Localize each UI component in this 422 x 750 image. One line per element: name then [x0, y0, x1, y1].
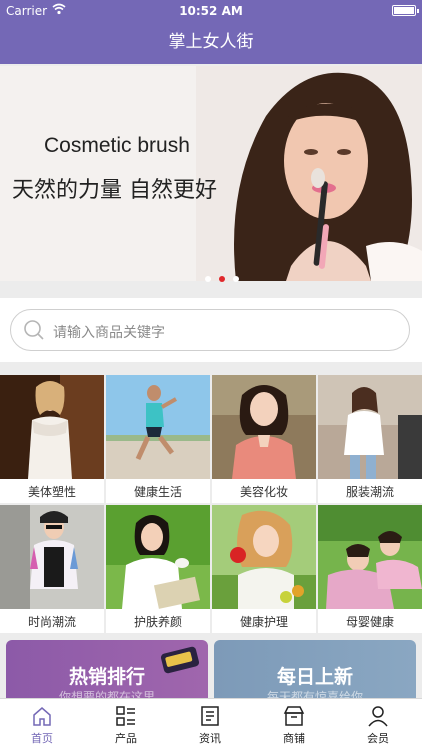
- carousel-dot[interactable]: [233, 276, 239, 282]
- promo-subtitle: 每天都有惊喜给你: [266, 690, 363, 698]
- tab-label: 资讯: [199, 732, 221, 745]
- status-bar: Carrier 10:52 AM: [0, 0, 422, 22]
- member-icon: [368, 706, 388, 727]
- carousel-dot-active[interactable]: [219, 276, 225, 282]
- tab-bar: 首页 产品 资讯 商铺 会员: [0, 698, 422, 750]
- tab-label: 会员: [367, 732, 389, 745]
- promo-title: 热销排行: [68, 666, 145, 688]
- clock: 10:52 AM: [179, 4, 243, 18]
- search-input[interactable]: 请输入商品关键字: [10, 309, 410, 351]
- category-image: [0, 505, 104, 609]
- category-healthy-living[interactable]: 健康生活: [106, 375, 210, 503]
- promo-title: 每日上新: [276, 666, 353, 688]
- category-label: 美体塑性: [27, 485, 76, 499]
- banner-chinese-text: 天然的力量 自然更好: [12, 178, 217, 203]
- tab-news[interactable]: 资讯: [168, 699, 252, 750]
- promo-subtitle: 你想要的都在这里: [58, 690, 155, 698]
- category-label: 护肤养颜: [133, 615, 182, 629]
- battery-icon: [392, 5, 419, 16]
- nav-bar: 掌上女人街: [0, 22, 422, 64]
- tab-label: 产品: [115, 732, 137, 745]
- category-image: [106, 505, 210, 609]
- banner-carousel[interactable]: Cosmetic brush 天然的力量 自然更好: [0, 66, 422, 281]
- search-section: 请输入商品关键字: [0, 298, 422, 362]
- tab-products[interactable]: 产品: [84, 699, 168, 750]
- category-maternal-infant-health[interactable]: 母婴健康: [318, 505, 422, 633]
- category-label: 服装潮流: [345, 485, 394, 499]
- tab-member[interactable]: 会员: [336, 699, 420, 750]
- tab-label: 商铺: [283, 732, 305, 745]
- category-image: [318, 375, 422, 479]
- product-list-icon: [116, 706, 135, 726]
- promo-hot-ranking[interactable]: 热销排行 你想要的都在这里: [6, 640, 208, 698]
- banner-english-text: Cosmetic brush: [44, 134, 190, 157]
- promo-daily-new[interactable]: 每日上新 每天都有惊喜给你: [214, 640, 416, 698]
- search-icon: [24, 320, 44, 340]
- category-label: 时尚潮流: [27, 615, 76, 629]
- shop-icon: [283, 706, 305, 726]
- category-skin-care[interactable]: 护肤养颜: [106, 505, 210, 633]
- news-icon: [201, 706, 219, 726]
- category-label: 健康生活: [133, 485, 182, 499]
- home-icon: [33, 707, 51, 726]
- category-fashion-trends[interactable]: 时尚潮流: [0, 505, 104, 633]
- carousel-indicator[interactable]: [205, 267, 247, 286]
- category-body-shaping[interactable]: 美体塑性: [0, 375, 104, 503]
- category-clothing-trends[interactable]: 服装潮流: [318, 375, 422, 503]
- category-label: 健康护理: [239, 615, 288, 629]
- banner-model-image: [196, 66, 422, 281]
- category-image: [212, 505, 316, 609]
- category-image: [106, 375, 210, 479]
- tab-label: 首页: [31, 732, 53, 745]
- category-beauty-makeup[interactable]: 美容化妆: [212, 375, 316, 503]
- category-label: 母婴健康: [345, 615, 394, 629]
- page-title: 掌上女人街: [168, 32, 254, 52]
- tab-shop[interactable]: 商铺: [252, 699, 336, 750]
- carousel-dot[interactable]: [205, 276, 211, 282]
- category-label: 美容化妆: [239, 485, 288, 499]
- category-image: [318, 505, 422, 609]
- category-health-care[interactable]: 健康护理: [212, 505, 316, 633]
- category-image: [212, 375, 316, 479]
- search-placeholder: 请输入商品关键字: [53, 325, 165, 341]
- tab-home[interactable]: 首页: [0, 699, 84, 750]
- category-image: [0, 375, 104, 479]
